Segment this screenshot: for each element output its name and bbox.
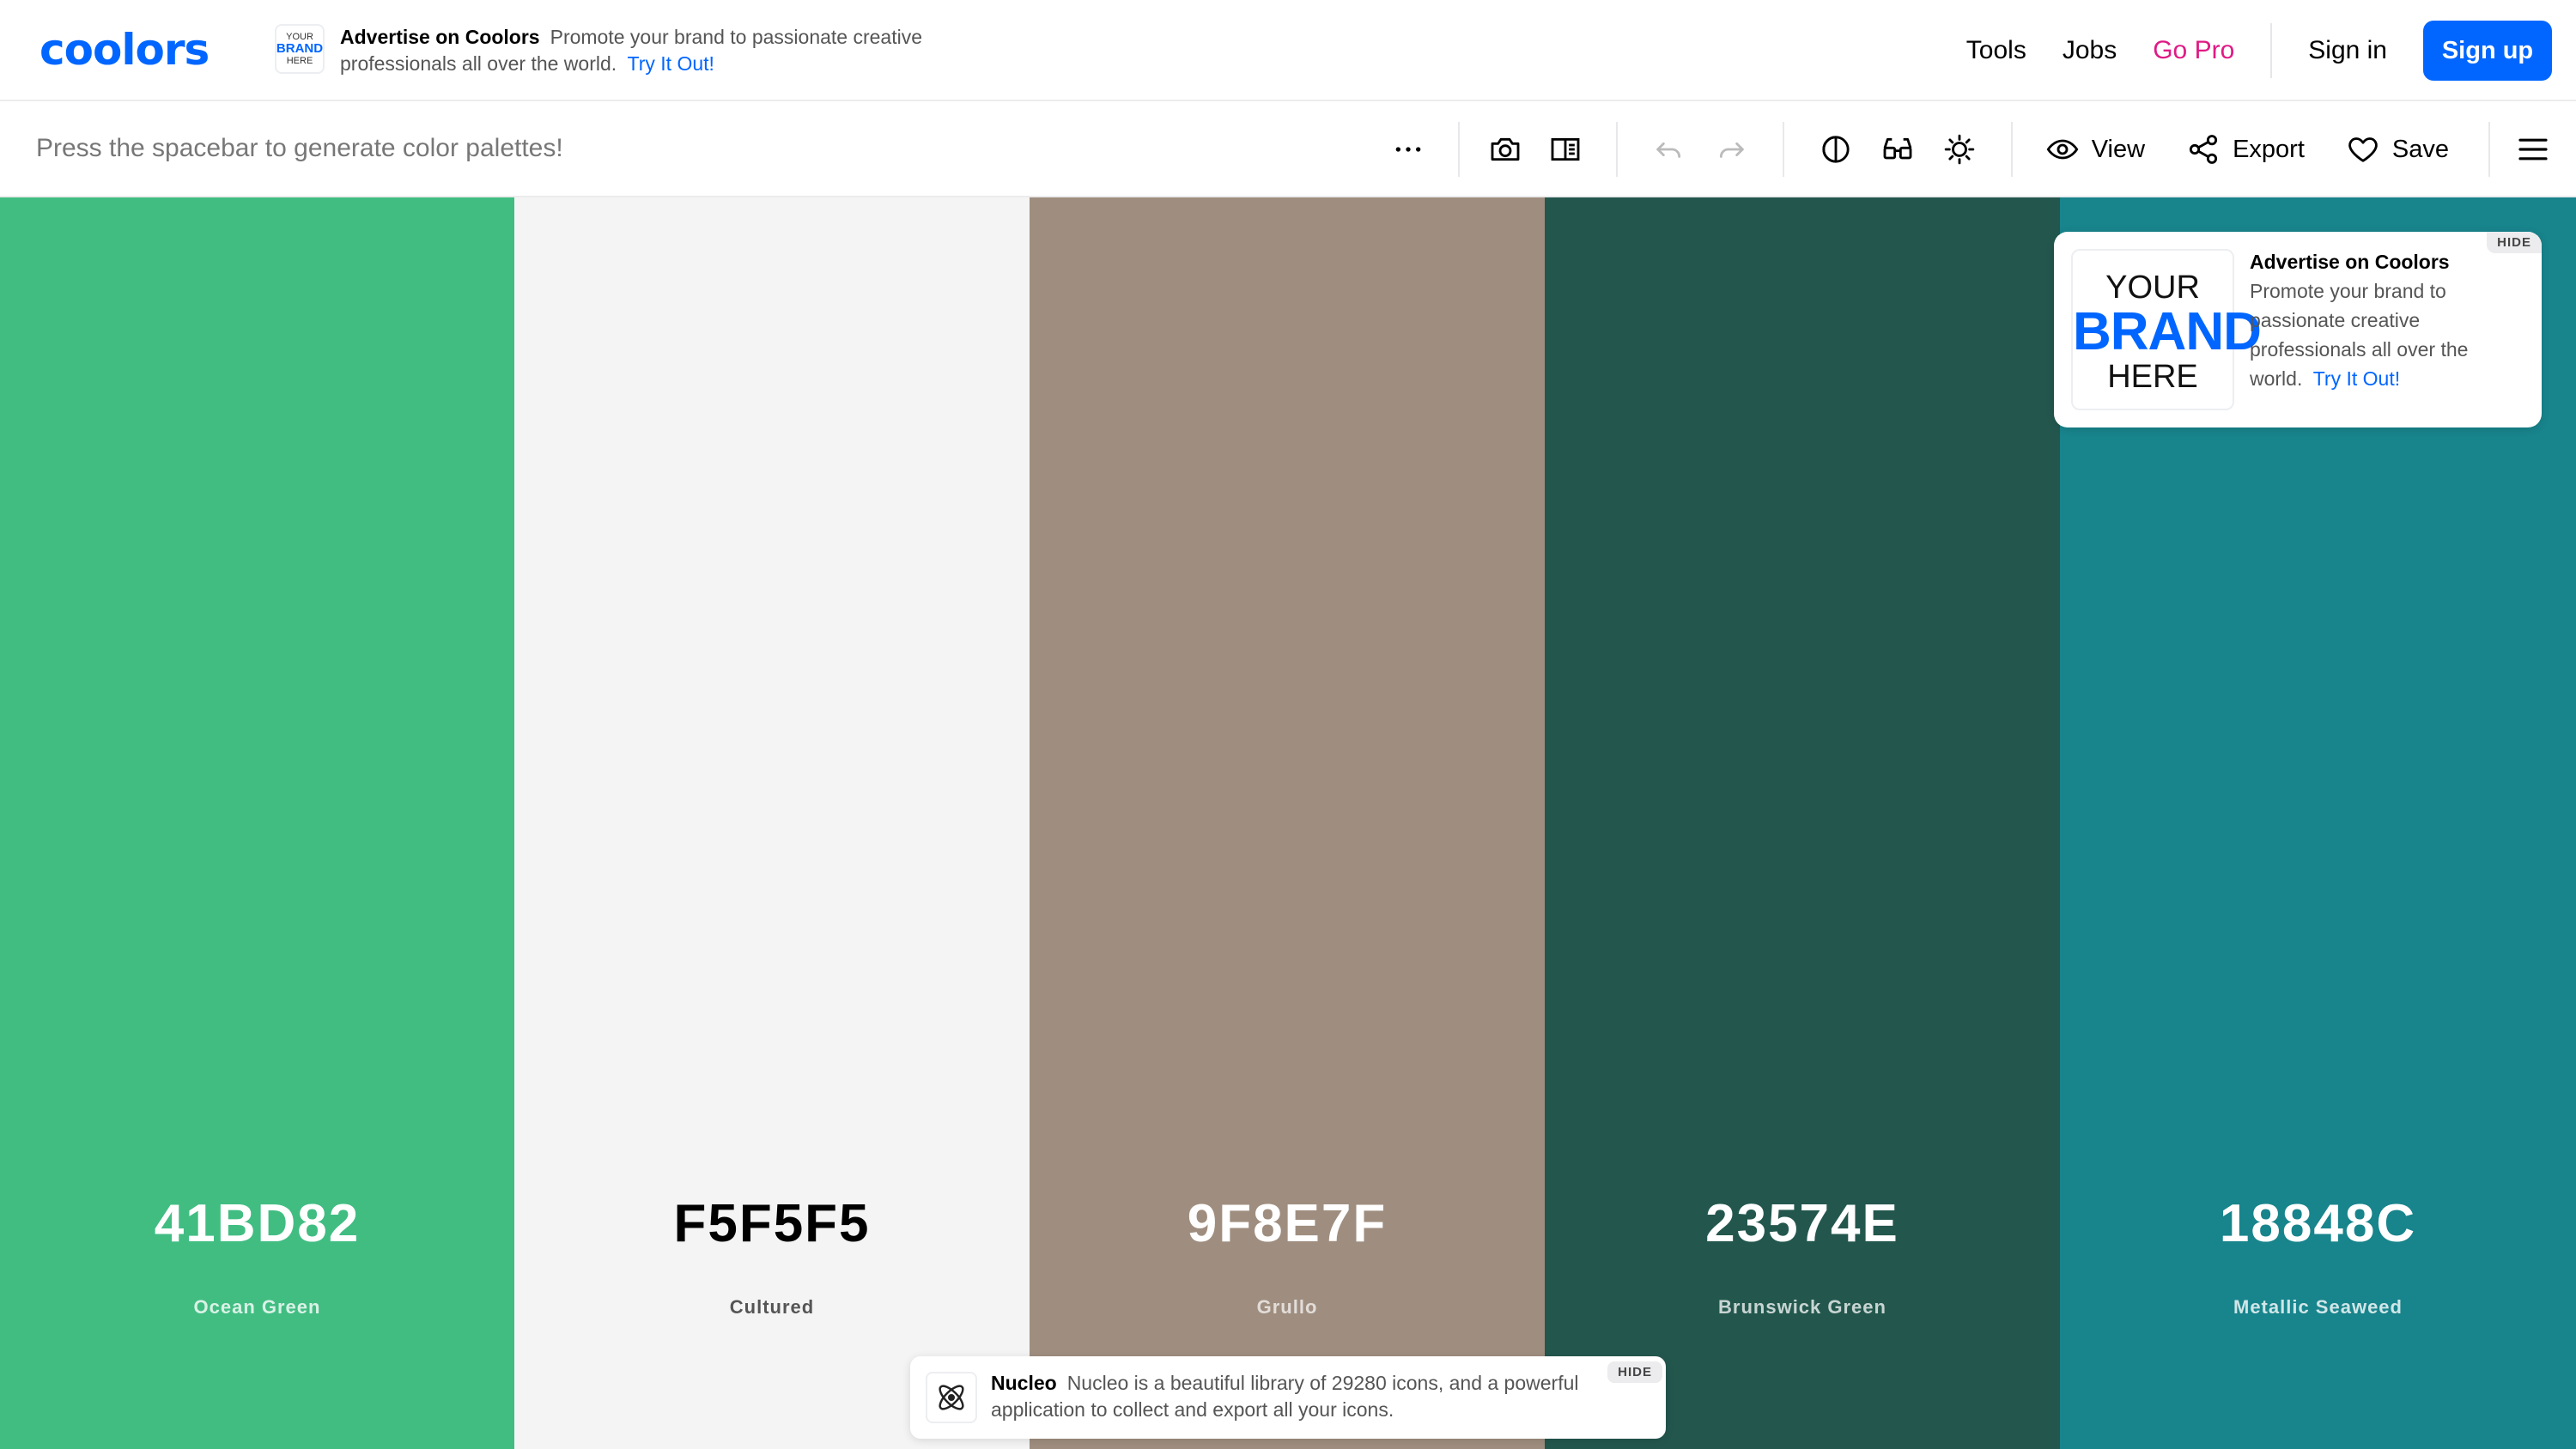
menu-icon	[2518, 138, 2548, 161]
undo-icon	[1656, 142, 1680, 158]
heart-icon	[2348, 137, 2378, 162]
export-image-button[interactable]	[1475, 101, 1535, 197]
undo-button[interactable]	[1638, 101, 1700, 197]
contrast-checker-button[interactable]	[1805, 101, 1867, 197]
split-view-button[interactable]	[1535, 101, 1595, 197]
header-ad-text-block: Advertise on Coolors Promote your brand t…	[340, 24, 958, 77]
color-name: Ocean Green	[193, 1296, 321, 1318]
header-ad-cta-link[interactable]: Try It Out!	[628, 52, 714, 75]
nav-jobs-link[interactable]: Jobs	[2063, 36, 2117, 65]
redo-button[interactable]	[1700, 101, 1762, 197]
side-ad-brand-line3: HERE	[2107, 359, 2198, 395]
color-swatch[interactable]: 9F8E7F Grullo	[1030, 197, 1545, 1449]
view-button[interactable]: View	[2033, 101, 2166, 197]
nav-divider	[2270, 23, 2273, 78]
nav-links: Tools Jobs Go Pro Sign in Sign up	[1966, 0, 2576, 101]
top-nav: coolors YOUR BRAND HERE Advertise on Coo…	[0, 0, 2576, 101]
toolbar-divider	[1782, 122, 1784, 177]
adjust-palette-button[interactable]	[1929, 101, 1990, 197]
bottom-ad-text-block: Nucleo Nucleo is a beautiful library of 2…	[991, 1370, 1592, 1423]
bottom-ad-hide-button[interactable]: HIDE	[1607, 1361, 1662, 1383]
more-options-icon	[1395, 147, 1421, 152]
app: coolors YOUR BRAND HERE Advertise on Coo…	[0, 0, 2576, 1449]
toolbar-divider	[2488, 122, 2490, 177]
color-hex-code[interactable]: F5F5F5	[514, 1193, 1030, 1254]
toolbar-divider	[2010, 122, 2013, 177]
contrast-icon	[1822, 136, 1850, 163]
color-blindness-button[interactable]	[1867, 101, 1929, 197]
color-swatch[interactable]: F5F5F5 Cultured	[514, 197, 1030, 1449]
side-ad-hide-button[interactable]: HIDE	[2487, 232, 2542, 253]
side-ad[interactable]: YOUR BRAND HERE Advertise on Coolors Prom…	[2054, 232, 2542, 427]
nav-go-pro-link[interactable]: Go Pro	[2153, 36, 2234, 65]
bottom-ad-text: Nucleo is a beautiful library of 29280 i…	[991, 1372, 1579, 1421]
side-ad-brand-line2: BRAND	[2073, 302, 2262, 361]
export-label: Export	[2233, 135, 2305, 163]
side-ad-brand-line1: YOUR	[2105, 270, 2200, 306]
redo-icon	[1719, 142, 1744, 158]
sign-up-button[interactable]: Sign up	[2423, 21, 2552, 81]
color-name: Cultured	[729, 1296, 815, 1318]
color-name: Grullo	[1256, 1296, 1318, 1318]
color-name: Brunswick Green	[1718, 1296, 1886, 1318]
header-ad-thumbnail: YOUR BRAND HERE	[275, 24, 325, 74]
side-ad-cta-link[interactable]: Try It Out!	[2313, 367, 2400, 390]
toolbar-actions: View Export Save	[1376, 101, 2576, 197]
side-ad-title: Advertise on Coolors	[2250, 251, 2450, 273]
toolbar-divider	[1457, 122, 1460, 177]
color-swatch[interactable]: 23574E Brunswick Green	[1545, 197, 2060, 1449]
camera-icon	[1491, 137, 1520, 161]
color-swatch[interactable]: 41BD82 Ocean Green	[0, 197, 514, 1449]
atom-icon	[939, 1385, 964, 1410]
bottom-ad-title: Nucleo	[991, 1372, 1057, 1394]
menu-button[interactable]	[2516, 101, 2550, 197]
side-ad-text-block: Advertise on Coolors Promote your brand t…	[2250, 247, 2524, 393]
save-button[interactable]: Save	[2325, 101, 2470, 197]
save-label: Save	[2391, 135, 2449, 163]
split-view-icon	[1551, 137, 1580, 161]
color-hex-code[interactable]: 9F8E7F	[1030, 1193, 1545, 1254]
header-ad[interactable]: YOUR BRAND HERE Advertise on Coolors Prom…	[275, 24, 958, 76]
share-icon	[2189, 135, 2218, 164]
spacebar-hint: Press the spacebar to generate color pal…	[36, 134, 563, 162]
export-button[interactable]: Export	[2166, 101, 2325, 197]
color-name: Metallic Seaweed	[2233, 1296, 2403, 1318]
more-options-button[interactable]	[1376, 101, 1441, 197]
nucleo-logo	[926, 1372, 977, 1423]
toolbar: Press the spacebar to generate color pal…	[0, 101, 2576, 197]
color-hex-code[interactable]: 18848C	[2060, 1193, 2576, 1254]
nav-tools-link[interactable]: Tools	[1966, 36, 2026, 65]
header-ad-thumb-line2: BRAND	[276, 41, 324, 56]
brightness-icon	[1944, 134, 1974, 165]
bottom-ad[interactable]: Nucleo Nucleo is a beautiful library of 2…	[910, 1356, 1666, 1439]
color-hex-code[interactable]: 41BD82	[0, 1193, 514, 1254]
color-hex-code[interactable]: 23574E	[1545, 1193, 2060, 1254]
glasses-icon	[1883, 137, 1912, 160]
toolbar-divider	[1615, 122, 1618, 177]
side-ad-brand-logo: YOUR BRAND HERE	[2071, 249, 2262, 410]
sign-in-link[interactable]: Sign in	[2308, 36, 2387, 65]
view-label: View	[2091, 135, 2146, 163]
header-ad-title: Advertise on Coolors	[340, 26, 540, 48]
coolors-logo[interactable]: coolors	[39, 28, 210, 71]
header-ad-thumb-line3: HERE	[286, 56, 313, 66]
eye-icon	[2046, 139, 2079, 160]
